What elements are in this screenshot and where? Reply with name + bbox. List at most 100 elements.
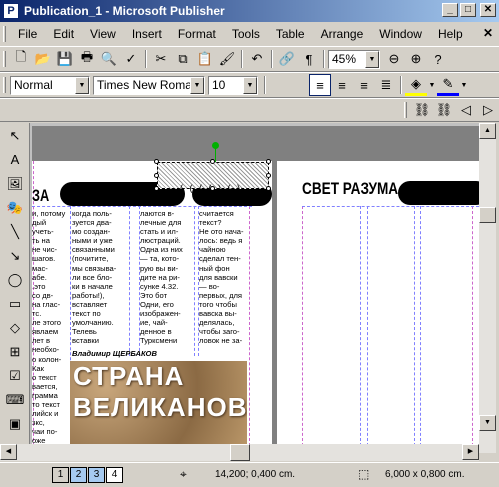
save-icon[interactable]: 💾 — [54, 48, 76, 70]
toolbar-grip[interactable] — [3, 77, 6, 93]
html-fragment-icon[interactable]: ⌨ — [3, 388, 27, 411]
image-title-line-1: СТРАНА — [73, 361, 185, 391]
document-close-icon[interactable]: ✕ — [483, 26, 493, 40]
special-characters-icon[interactable]: ¶ — [298, 48, 320, 70]
text-box-icon[interactable]: A — [3, 148, 27, 171]
chevron-down-icon[interactable]: ▼ — [365, 50, 379, 68]
menu-insert[interactable]: Insert — [124, 27, 170, 41]
author-byline[interactable]: Владимир ЩЕРБАКОВ — [72, 349, 157, 358]
menu-tools[interactable]: Tools — [224, 27, 268, 41]
autoshapes-icon[interactable]: ◇ — [3, 316, 27, 339]
toolbar-grip[interactable] — [404, 102, 407, 118]
align-left-icon[interactable]: ≡ — [309, 74, 331, 96]
align-right-icon[interactable]: ≡ — [353, 74, 375, 96]
font-size-select[interactable]: 10 ▼ — [208, 75, 258, 95]
left-heading[interactable]: ЗА — [32, 186, 49, 206]
resize-handle[interactable] — [266, 186, 271, 191]
text-column-3[interactable]: лаются в- лечные для стать и ил- люстрац… — [140, 209, 195, 349]
document-workspace[interactable]: ЗА СВЕТ РАЗУМА ( ( ( ( ) ( ) и, потому д… — [32, 126, 479, 444]
chevron-down-icon[interactable]: ▼ — [459, 74, 469, 96]
chevron-down-icon[interactable]: ▼ — [427, 74, 437, 96]
oval-icon[interactable]: ◯ — [3, 268, 27, 291]
style-select[interactable]: Normal ▼ — [10, 75, 90, 95]
zoom-out-icon[interactable]: ⊖ — [383, 48, 405, 70]
undo-icon[interactable]: ↶ — [246, 48, 268, 70]
toolbar-grip[interactable] — [3, 51, 6, 67]
print-icon[interactable]: 🖶 — [76, 48, 98, 70]
text-column-1[interactable]: и, потому дый учеть- ть на не чис- шагов… — [32, 209, 69, 444]
black-banner-shape[interactable] — [398, 181, 479, 205]
vertical-scroll-thumb[interactable] — [479, 207, 496, 223]
page-tab-1[interactable]: 1 — [52, 467, 69, 483]
scroll-left-icon[interactable]: ◀ — [0, 444, 17, 460]
spelling-icon[interactable]: ✓ — [120, 48, 142, 70]
justify-icon[interactable]: ≣ — [375, 74, 397, 96]
text-column-4[interactable]: считается текст? Не ото нача- лось: ведь… — [199, 209, 251, 349]
resize-handle[interactable] — [154, 186, 159, 191]
horizontal-scroll-thumb[interactable] — [230, 444, 250, 461]
scroll-down-icon[interactable]: ▼ — [479, 415, 496, 431]
title-image[interactable]: СТРАНА ВЕЛИКАНОВ — [70, 361, 247, 444]
chevron-down-icon[interactable]: ▼ — [75, 76, 89, 94]
clip-art-icon[interactable]: 🎭 — [3, 196, 27, 219]
minimize-button[interactable]: _ — [442, 3, 458, 17]
pointer-icon[interactable]: ↖ — [3, 124, 27, 147]
insert-hyperlink-icon[interactable]: 🔗 — [276, 48, 298, 70]
close-button[interactable]: ✕ — [480, 3, 496, 17]
new-icon[interactable]: 🗋 — [10, 48, 32, 70]
next-frame-icon[interactable]: ▷ — [477, 99, 499, 121]
chevron-down-icon[interactable]: ▼ — [190, 76, 204, 94]
cut-icon[interactable]: ✂ — [150, 48, 172, 70]
unlink-frames-icon[interactable]: ⛓ — [433, 99, 455, 121]
open-icon[interactable]: 📂 — [32, 48, 54, 70]
horizontal-scrollbar[interactable]: ◀ ▶ — [0, 444, 479, 461]
menu-help[interactable]: Help — [430, 27, 471, 41]
vertical-scrollbar[interactable]: ▲ ▼ — [479, 123, 496, 453]
page-tab-2[interactable]: 2 — [70, 467, 87, 483]
objects-toolbar: ↖ A 🖼 🎭 ╲ ↘ ◯ ▭ ◇ ⊞ ☑ ⌨ ▣ — [0, 123, 30, 453]
resize-handle[interactable] — [210, 159, 215, 164]
scroll-up-icon[interactable]: ▲ — [479, 123, 496, 139]
line-color-icon[interactable]: ✎ — [437, 74, 459, 96]
text-column-2[interactable]: когда поль- зуется два- мо создан- ными … — [72, 209, 129, 349]
menu-arrange[interactable]: Arrange — [313, 27, 372, 41]
fill-color-icon[interactable]: ◈ — [405, 74, 427, 96]
menu-edit[interactable]: Edit — [45, 27, 82, 41]
right-heading[interactable]: СВЕТ РАЗУМА — [302, 179, 398, 199]
form-control-icon[interactable]: ☑ — [3, 364, 27, 387]
copy-icon[interactable]: ⧉ — [172, 48, 194, 70]
selected-frame-text: ( ( ( ( ) ( ) — [180, 183, 242, 193]
align-center-icon[interactable]: ≡ — [331, 74, 353, 96]
zoom-select[interactable]: 45% ▼ — [328, 49, 380, 69]
paste-icon[interactable]: 📋 — [194, 48, 216, 70]
menu-file[interactable]: File — [10, 27, 45, 41]
scroll-right-icon[interactable]: ▶ — [462, 444, 479, 460]
design-gallery-icon[interactable]: ▣ — [3, 412, 27, 435]
help-icon[interactable]: ? — [427, 48, 449, 70]
chevron-down-icon[interactable]: ▼ — [243, 76, 257, 94]
picture-frame-icon[interactable]: 🖼 — [3, 172, 27, 195]
publisher-app-icon[interactable]: P — [3, 3, 19, 19]
resize-handle[interactable] — [266, 159, 271, 164]
page-tab-4[interactable]: 4 — [106, 467, 123, 483]
print-preview-icon[interactable]: 🔍 — [98, 48, 120, 70]
menu-format[interactable]: Format — [170, 27, 224, 41]
maximize-button[interactable]: □ — [460, 3, 476, 17]
rectangle-icon[interactable]: ▭ — [3, 292, 27, 315]
format-painter-icon[interactable]: 🖌 — [216, 48, 238, 70]
resize-handle[interactable] — [154, 159, 159, 164]
menu-window[interactable]: Window — [371, 27, 430, 41]
resize-handle[interactable] — [266, 173, 271, 178]
previous-frame-icon[interactable]: ◁ — [455, 99, 477, 121]
arrow-icon[interactable]: ↘ — [3, 244, 27, 267]
font-select[interactable]: Times New Roman ▼ — [93, 75, 205, 95]
menu-table[interactable]: Table — [268, 27, 313, 41]
page-tab-3[interactable]: 3 — [88, 467, 105, 483]
hot-spot-icon[interactable]: ⊞ — [3, 340, 27, 363]
line-icon[interactable]: ╲ — [3, 220, 27, 243]
menu-view[interactable]: View — [82, 27, 124, 41]
zoom-in-icon[interactable]: ⊕ — [405, 48, 427, 70]
link-frames-icon[interactable]: ⛓ — [411, 99, 433, 121]
resize-handle[interactable] — [154, 173, 159, 178]
menubar-grip[interactable] — [3, 26, 6, 42]
